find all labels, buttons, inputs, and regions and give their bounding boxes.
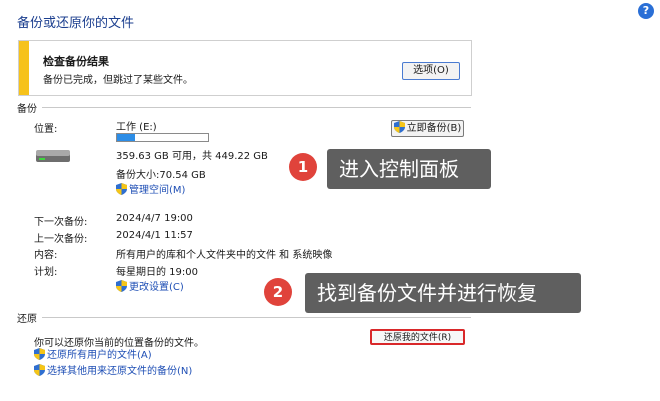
backup-now-label: 立即备份(B)	[406, 123, 462, 134]
last-backup-label: 上一次备份:	[34, 234, 88, 245]
select-other-backup-label: 选择其他用来还原文件的备份(N)	[47, 366, 193, 377]
next-backup-value: 2024/4/7 19:00	[116, 213, 193, 224]
alert-heading: 检查备份结果	[43, 55, 109, 68]
drive-usage-fill	[117, 134, 136, 141]
warning-bar	[19, 41, 29, 95]
backup-section-label: 备份	[17, 104, 37, 115]
step-2-callout: 找到备份文件并进行恢复	[305, 273, 581, 313]
manage-space-label: 管理空间(M)	[129, 185, 186, 196]
alert-text: 备份已完成，但跳过了某些文件。	[43, 75, 193, 86]
schedule-value: 每星期日的 19:00	[116, 267, 198, 278]
drive-usage-bar	[116, 133, 209, 142]
uac-shield-icon	[116, 183, 127, 195]
restore-my-files-button[interactable]: 还原我的文件(R)	[370, 329, 465, 345]
uac-shield-icon	[34, 348, 45, 360]
manage-space-link[interactable]: 管理空间(M)	[116, 181, 185, 196]
select-other-backup-link[interactable]: 选择其他用来还原文件的备份(N)	[34, 362, 192, 377]
uac-shield-icon	[393, 121, 405, 133]
contents-label: 内容:	[34, 250, 58, 261]
last-backup-value: 2024/4/1 11:57	[116, 230, 193, 241]
restore-all-users-link[interactable]: 还原所有用户的文件(A)	[34, 346, 152, 361]
step-1-badge: 1	[289, 153, 317, 181]
location-label: 位置:	[34, 124, 58, 135]
backup-now-button[interactable]: 立即备份(B)	[391, 120, 464, 137]
restore-section-label: 还原	[17, 314, 37, 325]
options-button[interactable]: 选项(O)	[402, 62, 460, 80]
restore-section-divider	[42, 317, 471, 318]
help-icon[interactable]: ?	[638, 3, 654, 19]
step-1-callout: 进入控制面板	[327, 149, 491, 189]
uac-shield-icon	[34, 364, 45, 376]
step-2-badge: 2	[264, 278, 292, 306]
hard-drive-icon	[36, 150, 70, 162]
change-settings-label: 更改设置(C)	[129, 282, 184, 293]
backup-size-text: 备份大小:70.54 GB	[116, 170, 206, 181]
backup-section-divider	[42, 107, 471, 108]
schedule-label: 计划:	[34, 267, 58, 278]
drive-name: 工作 (E:)	[116, 122, 157, 133]
uac-shield-icon	[116, 280, 127, 292]
drive-space-text: 359.63 GB 可用，共 449.22 GB	[116, 151, 268, 162]
window-title: 备份或还原你的文件	[17, 16, 135, 31]
restore-all-users-label: 还原所有用户的文件(A)	[47, 350, 152, 361]
contents-value: 所有用户的库和个人文件夹中的文件 和 系统映像	[116, 250, 333, 261]
next-backup-label: 下一次备份:	[34, 217, 88, 228]
change-settings-link[interactable]: 更改设置(C)	[116, 278, 184, 293]
